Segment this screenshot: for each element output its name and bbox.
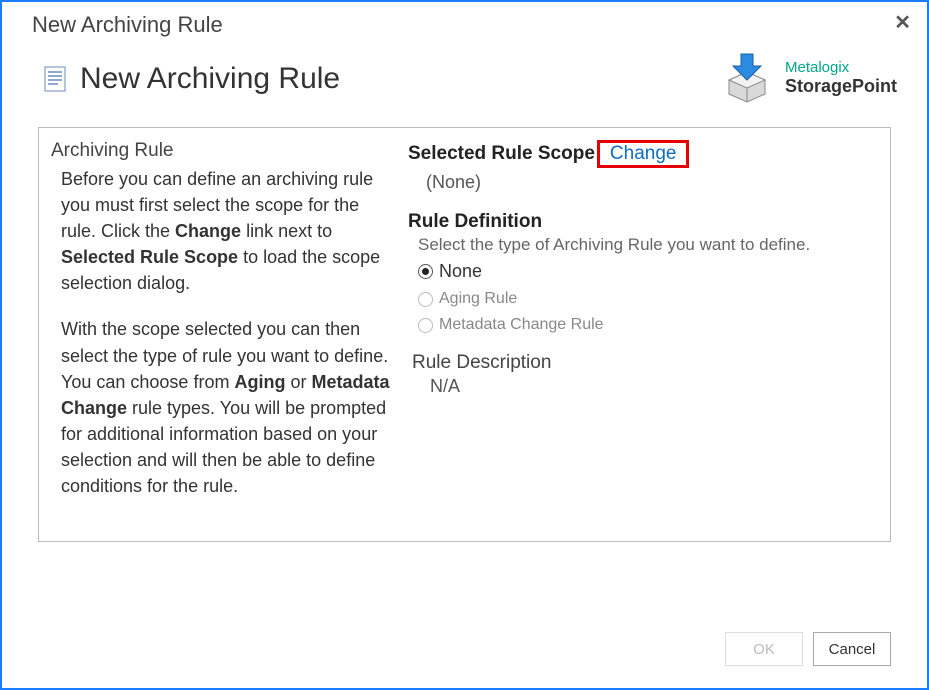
brand-small: Metalogix: [785, 60, 897, 77]
radio-icon: [418, 264, 433, 279]
rule-definition-subtitle: Select the type of Archiving Rule you wa…: [408, 235, 872, 255]
left-column: Archiving Rule Before you can define an …: [51, 140, 396, 519]
right-column: Selected Rule Scope Change (None) Rule D…: [408, 140, 872, 519]
titlebar: New Archiving Rule ✕: [2, 2, 927, 38]
storagepoint-icon: [719, 48, 775, 109]
radio-aging[interactable]: Aging Rule: [418, 290, 872, 308]
brand-big: StoragePoint: [785, 77, 897, 97]
scope-label: Selected Rule Scope: [408, 143, 595, 165]
dialog-window: New Archiving Rule ✕ New Archiving Rule: [0, 0, 929, 690]
radio-icon: [418, 318, 433, 333]
page-title: New Archiving Rule: [80, 62, 340, 96]
instruction-p1: Before you can define an archiving rule …: [61, 166, 396, 296]
change-link[interactable]: Change: [600, 141, 687, 166]
close-icon[interactable]: ✕: [894, 10, 911, 35]
page-icon: [44, 66, 66, 92]
brand-logo: Metalogix StoragePoint: [719, 48, 897, 109]
rule-description-value: N/A: [408, 376, 872, 397]
radio-aging-label: Aging Rule: [439, 290, 517, 308]
ok-button[interactable]: OK: [725, 632, 803, 666]
brand-text: Metalogix StoragePoint: [785, 60, 897, 96]
rule-definition-title: Rule Definition: [408, 211, 872, 233]
radio-metadata-label: Metadata Change Rule: [439, 316, 604, 334]
radio-icon: [418, 292, 433, 307]
radio-none[interactable]: None: [418, 261, 872, 282]
radio-metadata[interactable]: Metadata Change Rule: [418, 316, 872, 334]
cancel-button[interactable]: Cancel: [813, 632, 891, 666]
left-section-title: Archiving Rule: [51, 140, 396, 162]
instructions: Before you can define an archiving rule …: [51, 166, 396, 499]
change-link-highlight: Change: [597, 140, 690, 168]
rule-type-radio-group: None Aging Rule Metadata Change Rule: [408, 261, 872, 334]
instruction-p2: With the scope selected you can then sel…: [61, 316, 396, 499]
rule-description-title: Rule Description: [408, 352, 872, 374]
scope-value: (None): [408, 172, 872, 193]
scope-row: Selected Rule Scope Change: [408, 140, 872, 168]
header: New Archiving Rule Metalogix StoragePoin…: [2, 38, 927, 127]
radio-none-label: None: [439, 261, 482, 282]
window-title: New Archiving Rule: [32, 12, 223, 38]
header-left: New Archiving Rule: [44, 62, 340, 96]
content-box: Archiving Rule Before you can define an …: [38, 127, 891, 542]
dialog-footer: OK Cancel: [725, 632, 891, 666]
